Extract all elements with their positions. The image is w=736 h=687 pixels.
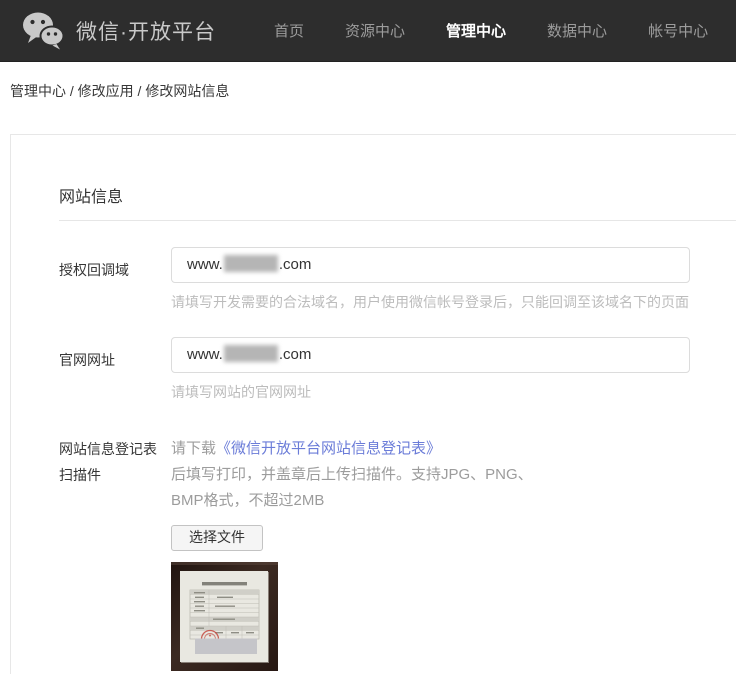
registration-form-download-link[interactable]: 《微信开放平台网站信息登记表》 xyxy=(216,440,441,457)
breadcrumb-management-center[interactable]: 管理中心 xyxy=(10,83,66,99)
upload-instructions: 请下载《微信开放平台网站信息登记表》 后填写打印，并盖章后上传扫描件。支持JPG… xyxy=(171,440,533,509)
choose-file-button[interactable]: 选择文件 xyxy=(171,525,263,551)
domain-suffix: .com xyxy=(278,256,312,273)
domain-prefix: www. xyxy=(187,256,223,273)
nav-item-management[interactable]: 管理中心 xyxy=(446,20,506,41)
domain-prefix: www. xyxy=(187,346,223,363)
top-navbar: 微信·开放平台 首页 资源中心 管理中心 数据中心 帐号中心 xyxy=(0,0,736,62)
main-nav: 首页 资源中心 管理中心 数据中心 帐号中心 xyxy=(274,20,736,41)
callback-domain-row: 授权回调域 www. .com 请填写开发需要的合法域名，用户使用微信帐号登录后，… xyxy=(59,247,736,312)
callback-domain-hint: 请填写开发需要的合法域名，用户使用微信帐号登录后，只能回调至该域名下的页面 xyxy=(171,294,689,310)
nav-item-home[interactable]: 首页 xyxy=(274,20,304,41)
breadcrumb: 管理中心 / 修改应用 / 修改网站信息 xyxy=(10,81,736,101)
breadcrumb-separator: / xyxy=(66,83,78,99)
registration-form-row: 网站信息登记表 扫描件 请下载《微信开放平台网站信息登记表》 后填写打印，并盖章… xyxy=(59,436,736,671)
callback-domain-input[interactable]: www. .com xyxy=(171,247,690,283)
registration-form-label: 网站信息登记表 扫描件 xyxy=(59,441,157,483)
nav-item-account[interactable]: 帐号中心 xyxy=(648,20,708,41)
breadcrumb-separator: / xyxy=(133,83,146,99)
site-url-row: 官网网址 www. .com 请填写网站的官网网址 xyxy=(59,337,736,402)
breadcrumb-modify-site-info: 修改网站信息 xyxy=(145,83,230,99)
wechat-logo-icon xyxy=(23,12,64,49)
uploaded-scan-thumbnail[interactable] xyxy=(171,562,278,671)
redacted-domain-blur xyxy=(223,345,278,362)
section-divider xyxy=(59,220,736,221)
document-title-text xyxy=(202,582,247,586)
website-info-form: 授权回调域 www. .com 请填写开发需要的合法域名，用户使用微信帐号登录后，… xyxy=(59,247,736,671)
nav-item-data[interactable]: 数据中心 xyxy=(547,20,607,41)
website-info-panel: 网站信息 授权回调域 www. .com 请填写开发需要的合法域名，用户使用微信帐… xyxy=(10,134,736,674)
site-url-label: 官网网址 xyxy=(59,352,115,368)
breadcrumb-modify-app[interactable]: 修改应用 xyxy=(78,83,134,99)
site-url-hint: 请填写网站的官网网址 xyxy=(171,384,311,400)
redacted-domain-blur xyxy=(223,255,278,272)
nav-item-resources[interactable]: 资源中心 xyxy=(345,20,405,41)
domain-suffix: .com xyxy=(278,346,312,363)
redacted-area xyxy=(195,638,257,654)
brand-title: 微信·开放平台 xyxy=(76,20,216,44)
callback-domain-label: 授权回调域 xyxy=(59,262,129,278)
section-title: 网站信息 xyxy=(59,189,124,206)
site-url-input[interactable]: www. .com xyxy=(171,337,690,373)
